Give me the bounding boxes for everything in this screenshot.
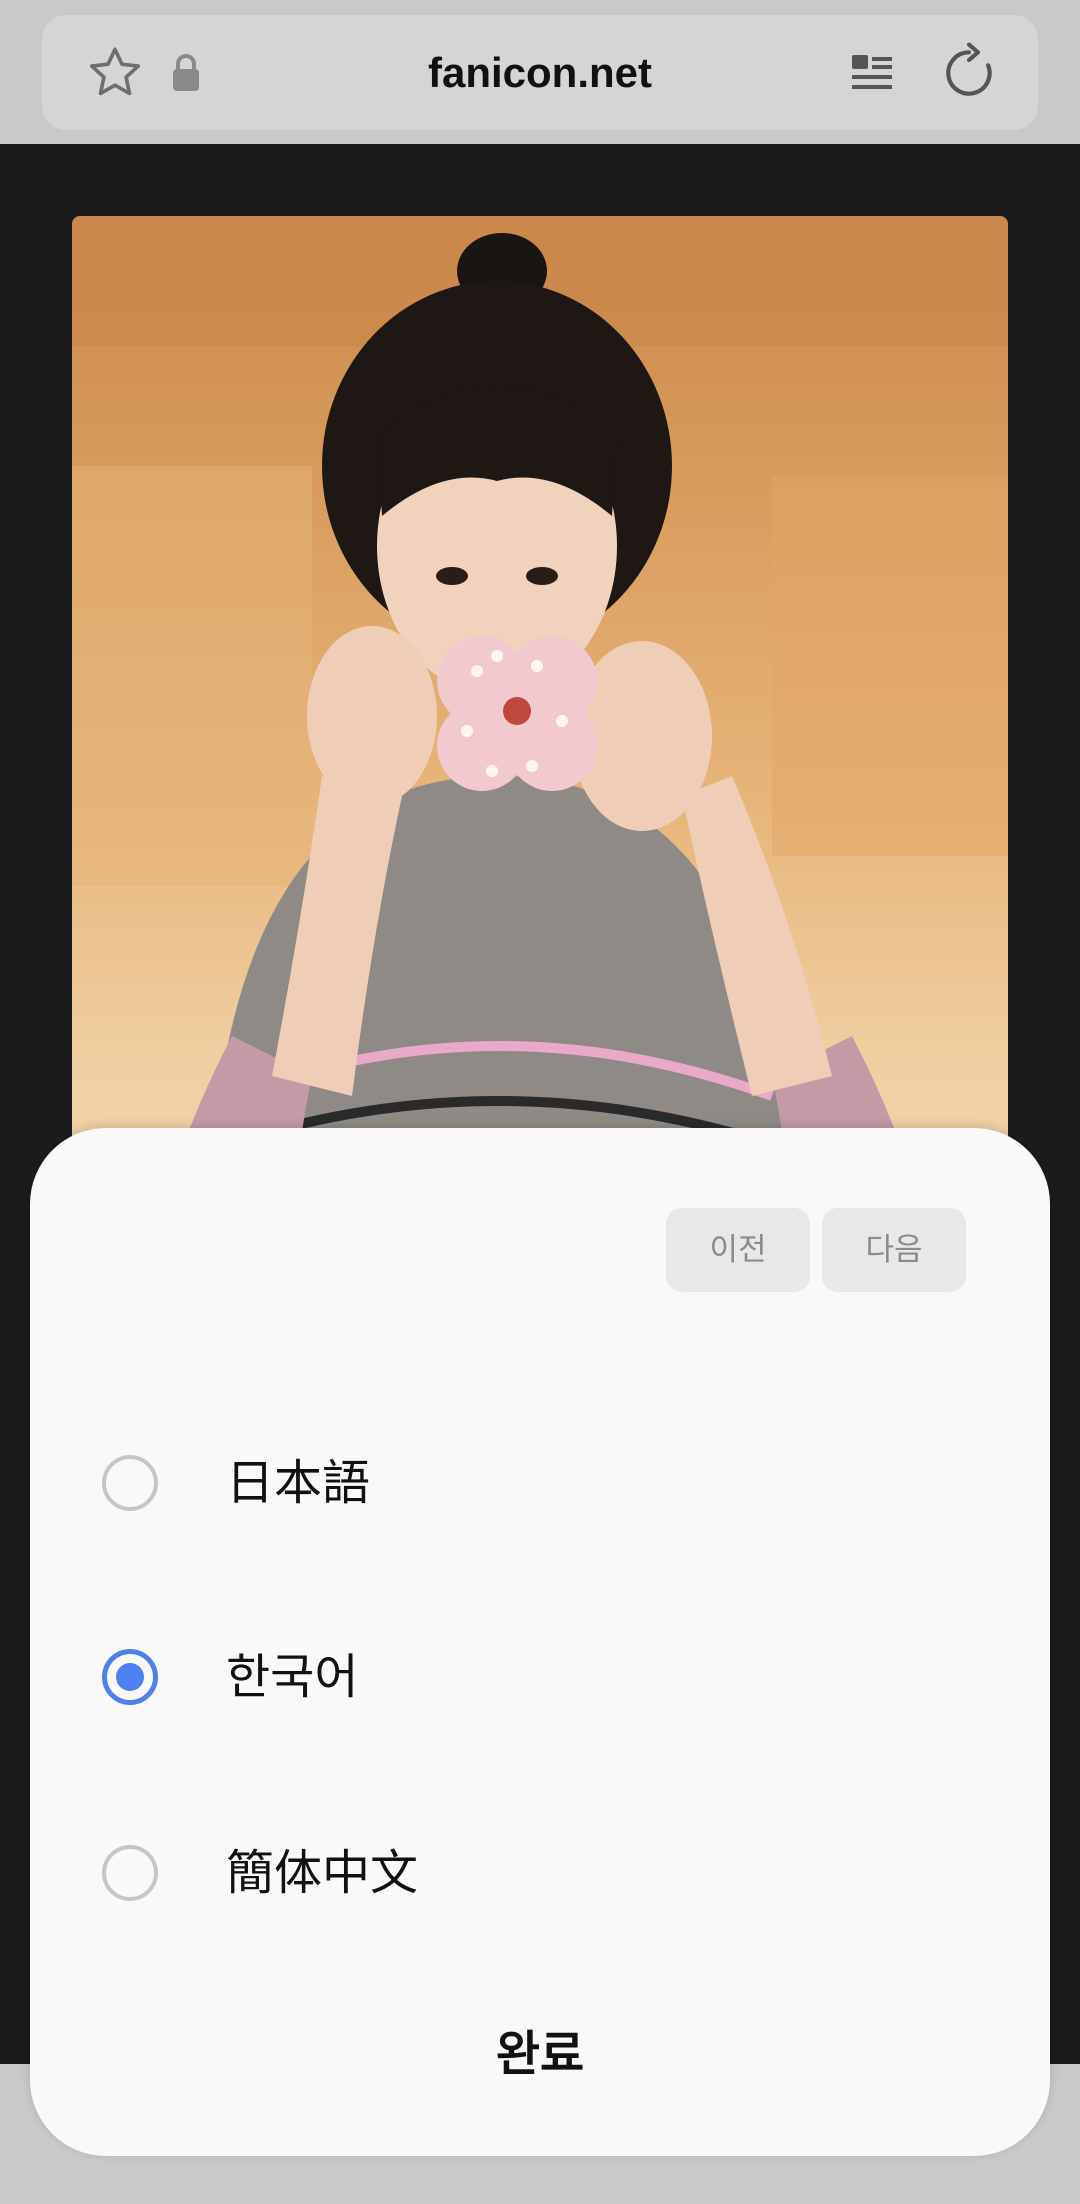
language-option-japanese[interactable]: 日本語 — [30, 1408, 1050, 1558]
radio-button-unchecked[interactable] — [102, 1455, 158, 1511]
star-icon[interactable] — [84, 42, 146, 104]
url-text[interactable]: fanicon.net — [222, 15, 858, 130]
lock-icon — [173, 54, 199, 91]
address-bar[interactable]: fanicon.net — [42, 15, 1038, 130]
radio-button-checked[interactable] — [102, 1649, 158, 1705]
prev-button[interactable]: 이전 — [666, 1208, 810, 1292]
radio-button-unchecked[interactable] — [102, 1845, 158, 1901]
language-option-korean[interactable]: 한국어 — [30, 1602, 1050, 1752]
next-button[interactable]: 다음 — [822, 1208, 966, 1292]
done-button[interactable]: 완료 — [390, 2006, 690, 2102]
language-option-label: 簡体中文 — [226, 1845, 419, 1901]
reload-icon[interactable] — [938, 40, 1000, 106]
language-option-simplified-chinese[interactable]: 簡体中文 — [30, 1798, 1050, 1948]
browser-toolbar: fanicon.net — [0, 0, 1080, 144]
language-bottom-sheet: 이전 다음 日本語 한국어 簡体中文 완료 — [30, 1128, 1050, 2156]
language-option-label: 한국어 — [226, 1649, 359, 1705]
reader-mode-icon[interactable] — [848, 49, 896, 97]
language-option-label: 日本語 — [226, 1455, 371, 1511]
